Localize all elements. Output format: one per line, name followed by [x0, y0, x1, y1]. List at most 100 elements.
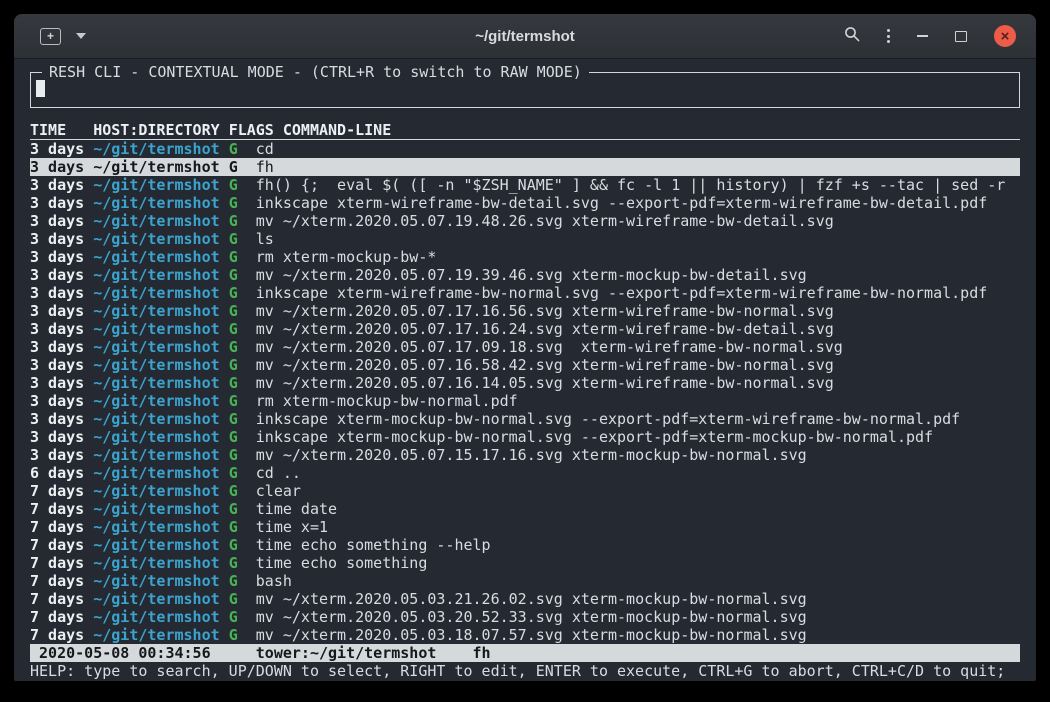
row-host: ~/git/termshot	[93, 410, 228, 428]
row-command: rm xterm-mockup-bw-normal.pdf	[256, 392, 518, 410]
row-time: 7 days	[30, 500, 93, 518]
search-input[interactable]: RESH CLI - CONTEXTUAL MODE - (CTRL+R to …	[30, 72, 1020, 108]
row-time: 7 days	[30, 482, 93, 500]
row-flags: G	[229, 194, 256, 212]
row-command: inkscape xterm-mockup-bw-normal.svg --ex…	[256, 428, 933, 446]
history-row[interactable]: 3 days ~/git/termshot G inkscape xterm-w…	[30, 194, 1020, 212]
history-row[interactable]: 3 days ~/git/termshot G mv ~/xterm.2020.…	[30, 356, 1020, 374]
history-row[interactable]: 7 days ~/git/termshot G clear	[30, 482, 1020, 500]
close-button[interactable]: ×	[994, 25, 1016, 47]
history-row[interactable]: 7 days ~/git/termshot G mv ~/xterm.2020.…	[30, 590, 1020, 608]
history-row[interactable]: 7 days ~/git/termshot G time echo someth…	[30, 536, 1020, 554]
menu-kebab-icon[interactable]	[887, 29, 890, 43]
history-row[interactable]: 3 days ~/git/termshot G mv ~/xterm.2020.…	[30, 212, 1020, 230]
row-command: mv ~/xterm.2020.05.07.16.58.42.svg xterm…	[256, 356, 834, 374]
row-time: 3 days	[30, 428, 93, 446]
row-host: ~/git/termshot	[93, 302, 228, 320]
chevron-down-icon[interactable]	[76, 33, 86, 39]
history-row[interactable]: 3 days ~/git/termshot G mv ~/xterm.2020.…	[30, 446, 1020, 464]
history-row[interactable]: 3 days ~/git/termshot G inkscape xterm-w…	[30, 284, 1020, 302]
row-command: mv ~/xterm.2020.05.07.17.09.18.svg xterm…	[256, 338, 843, 356]
text-cursor	[36, 80, 45, 97]
row-host: ~/git/termshot	[93, 482, 228, 500]
row-time: 7 days	[30, 518, 93, 536]
row-time: 7 days	[30, 608, 93, 626]
header-flags: FLAGS	[229, 121, 283, 139]
status-command: fh	[473, 644, 491, 662]
row-flags: G	[229, 446, 256, 464]
row-host: ~/git/termshot	[93, 626, 228, 644]
close-icon: ×	[1001, 29, 1010, 44]
row-flags: G	[229, 554, 256, 572]
row-host: ~/git/termshot	[93, 446, 228, 464]
history-row[interactable]: 7 days ~/git/termshot G time x=1	[30, 518, 1020, 536]
row-time: 3 days	[30, 284, 93, 302]
search-icon[interactable]	[844, 26, 860, 46]
history-row[interactable]: 3 days ~/git/termshot G ls	[30, 230, 1020, 248]
row-host: ~/git/termshot	[93, 374, 228, 392]
history-row[interactable]: 3 days ~/git/termshot G cd	[30, 140, 1020, 158]
history-row[interactable]: 3 days ~/git/termshot G fh() {; eval $( …	[30, 176, 1020, 194]
new-tab-button[interactable]: +	[40, 28, 61, 45]
row-flags: G	[229, 140, 256, 158]
row-flags: G	[229, 176, 256, 194]
row-command: mv ~/xterm.2020.05.07.17.16.24.svg xterm…	[256, 320, 834, 338]
row-flags: G	[229, 284, 256, 302]
restore-icon	[955, 31, 967, 42]
history-row[interactable]: 3 days ~/git/termshot G mv ~/xterm.2020.…	[30, 374, 1020, 392]
row-flags: G	[229, 266, 256, 284]
row-command: time echo something	[256, 554, 428, 572]
row-flags: G	[229, 248, 256, 266]
row-flags: G	[229, 338, 256, 356]
row-host: ~/git/termshot	[93, 518, 228, 536]
row-time: 3 days	[30, 248, 93, 266]
status-bar: 2020-05-08 00:34:56 tower:~/git/termshot…	[30, 644, 1020, 662]
row-command: time echo something --help	[256, 536, 491, 554]
resh-box-title: RESH CLI - CONTEXTUAL MODE - (CTRL+R to …	[42, 63, 589, 81]
row-flags: G	[229, 572, 256, 590]
history-row[interactable]: 7 days ~/git/termshot G time echo someth…	[30, 554, 1020, 572]
status-host-path: tower:~/git/termshot	[256, 644, 437, 662]
row-time: 3 days	[30, 446, 93, 464]
row-command: inkscape xterm-wireframe-bw-normal.svg -…	[256, 284, 988, 302]
history-row-selected[interactable]: 3 days ~/git/termshot G fh	[30, 158, 1020, 176]
restore-button[interactable]	[955, 31, 967, 42]
row-flags: G	[229, 230, 256, 248]
row-command: mv ~/xterm.2020.05.03.18.07.57.svg xterm…	[256, 626, 807, 644]
row-command: mv ~/xterm.2020.05.07.19.48.26.svg xterm…	[256, 212, 834, 230]
row-time: 3 days	[30, 230, 93, 248]
row-flags: G	[229, 536, 256, 554]
titlebar[interactable]: + ~/git/termshot ×	[14, 14, 1036, 59]
history-row[interactable]: 7 days ~/git/termshot G mv ~/xterm.2020.…	[30, 626, 1020, 644]
row-host: ~/git/termshot	[93, 356, 228, 374]
row-time: 3 days	[30, 356, 93, 374]
row-time: 3 days	[30, 266, 93, 284]
row-flags: G	[229, 608, 256, 626]
row-time: 3 days	[30, 194, 93, 212]
history-row[interactable]: 3 days ~/git/termshot G mv ~/xterm.2020.…	[30, 338, 1020, 356]
row-host: ~/git/termshot	[93, 194, 228, 212]
history-row[interactable]: 3 days ~/git/termshot G inkscape xterm-m…	[30, 428, 1020, 446]
row-command: bash	[256, 572, 292, 590]
history-row[interactable]: 7 days ~/git/termshot G mv ~/xterm.2020.…	[30, 608, 1020, 626]
history-row[interactable]: 6 days ~/git/termshot G cd ..	[30, 464, 1020, 482]
row-time: 3 days	[30, 176, 93, 194]
row-host: ~/git/termshot	[93, 284, 228, 302]
minimize-button[interactable]	[917, 35, 928, 37]
status-datetime: 2020-05-08 00:34:56	[39, 644, 211, 662]
help-line: HELP: type to search, UP/DOWN to select,…	[30, 662, 1020, 680]
terminal-content[interactable]: RESH CLI - CONTEXTUAL MODE - (CTRL+R to …	[14, 59, 1036, 681]
history-row[interactable]: 3 days ~/git/termshot G rm xterm-mockup-…	[30, 392, 1020, 410]
history-row[interactable]: 3 days ~/git/termshot G mv ~/xterm.2020.…	[30, 302, 1020, 320]
history-row[interactable]: 3 days ~/git/termshot G mv ~/xterm.2020.…	[30, 266, 1020, 284]
history-row[interactable]: 3 days ~/git/termshot G inkscape xterm-m…	[30, 410, 1020, 428]
history-row[interactable]: 7 days ~/git/termshot G time date	[30, 500, 1020, 518]
history-row[interactable]: 3 days ~/git/termshot G mv ~/xterm.2020.…	[30, 320, 1020, 338]
row-time: 3 days	[30, 392, 93, 410]
minimize-icon	[917, 35, 928, 37]
history-row[interactable]: 3 days ~/git/termshot G rm xterm-mockup-…	[30, 248, 1020, 266]
row-flags: G	[229, 626, 256, 644]
row-host: ~/git/termshot	[93, 158, 228, 176]
history-row[interactable]: 7 days ~/git/termshot G bash	[30, 572, 1020, 590]
row-flags: G	[229, 482, 256, 500]
